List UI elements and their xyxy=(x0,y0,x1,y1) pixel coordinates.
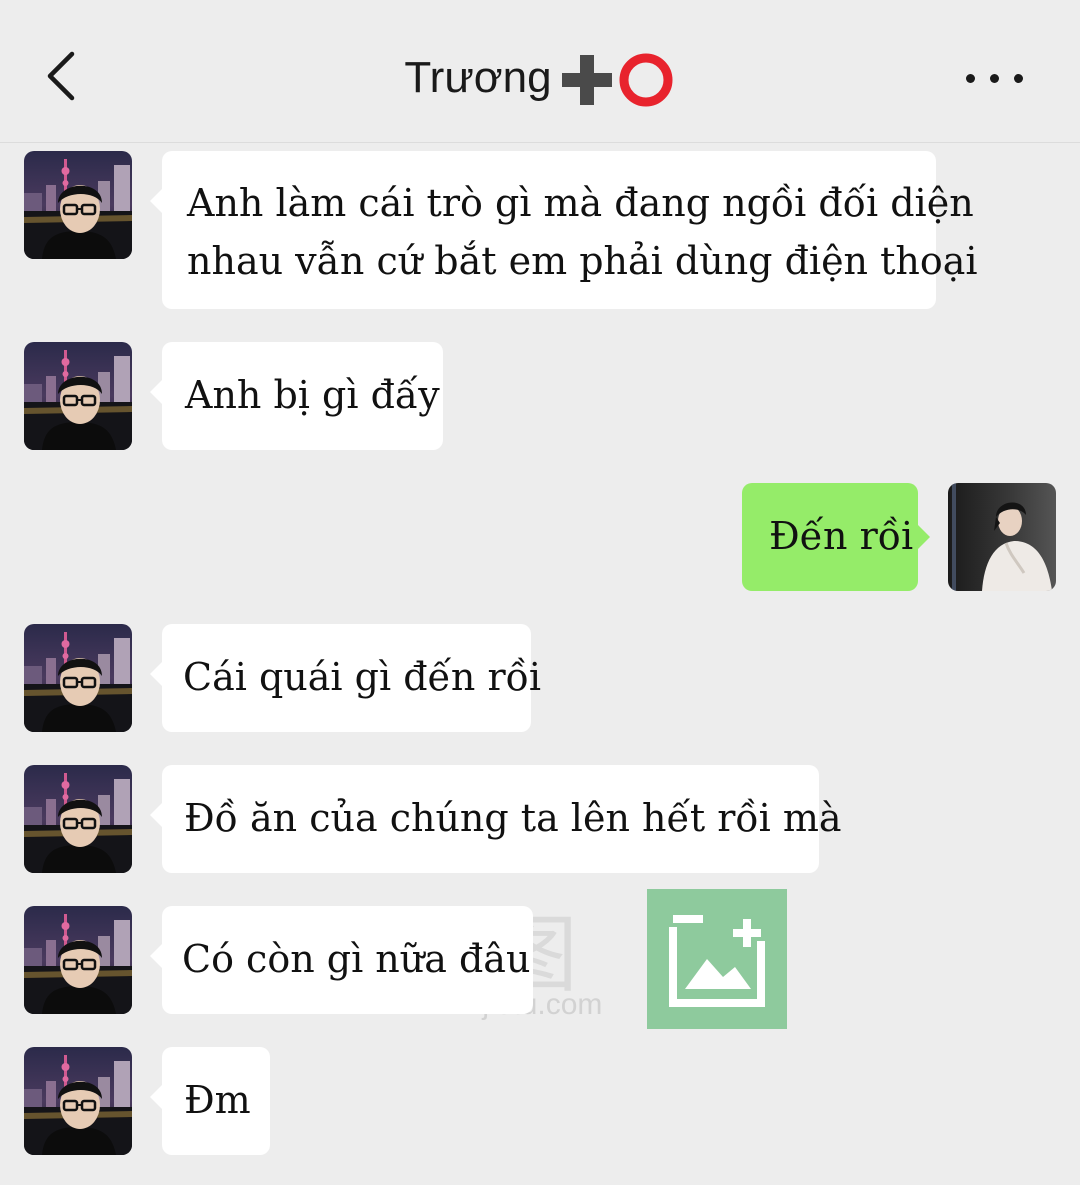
watermark-image-icon xyxy=(647,889,787,1029)
message-bubble-incoming[interactable]: Cái quái gì đến rồi xyxy=(150,624,542,732)
message-bubble-incoming[interactable]: Anh làm cái trò gì mà đang ngồi đối diện… xyxy=(150,151,978,309)
title-emoji-icons xyxy=(558,47,676,109)
message-text: Có còn gì nữa đâu xyxy=(182,937,531,981)
more-button[interactable] xyxy=(960,60,1030,100)
message-text: Đồ ăn của chúng ta lên hết rồi mà xyxy=(184,796,842,840)
message-bubble-outgoing[interactable]: Đến rồi xyxy=(742,483,930,591)
my-avatar[interactable] xyxy=(948,483,1056,591)
contact-avatar[interactable] xyxy=(24,342,132,450)
chat-header: Trương xyxy=(0,0,1080,143)
contact-avatar[interactable] xyxy=(24,765,132,873)
message-bubble-incoming[interactable]: Có còn gì nữa đâu xyxy=(150,906,533,1014)
message-bubble-incoming[interactable]: Đm xyxy=(150,1047,270,1155)
more-dot-icon xyxy=(990,74,999,83)
chat-title: Trương xyxy=(0,46,1080,109)
contact-avatar[interactable] xyxy=(24,624,132,732)
message-text: Đm xyxy=(184,1078,251,1122)
message-text: Anh bị gì đấy xyxy=(185,373,440,417)
message-bubble-incoming[interactable]: Anh bị gì đấy xyxy=(150,342,443,450)
message-bubble-incoming[interactable]: Đồ ăn của chúng ta lên hết rồi mà xyxy=(150,765,842,873)
contact-avatar[interactable] xyxy=(24,906,132,1014)
more-dot-icon xyxy=(1014,74,1023,83)
message-text: Cái quái gì đến rồi xyxy=(183,655,542,699)
message-text: Anh làm cái trò gì mà đang ngồi đối diện xyxy=(187,181,974,225)
contact-avatar[interactable] xyxy=(24,1047,132,1155)
message-text: Đến rồi xyxy=(769,514,914,558)
message-text: nhau vẫn cứ bắt em phải dùng điện thoại xyxy=(187,239,978,283)
more-dot-icon xyxy=(966,74,975,83)
contact-avatar[interactable] xyxy=(24,151,132,259)
red-circle-icon xyxy=(619,53,673,107)
contact-name: Trương xyxy=(404,53,552,103)
plus-icon xyxy=(561,54,612,105)
